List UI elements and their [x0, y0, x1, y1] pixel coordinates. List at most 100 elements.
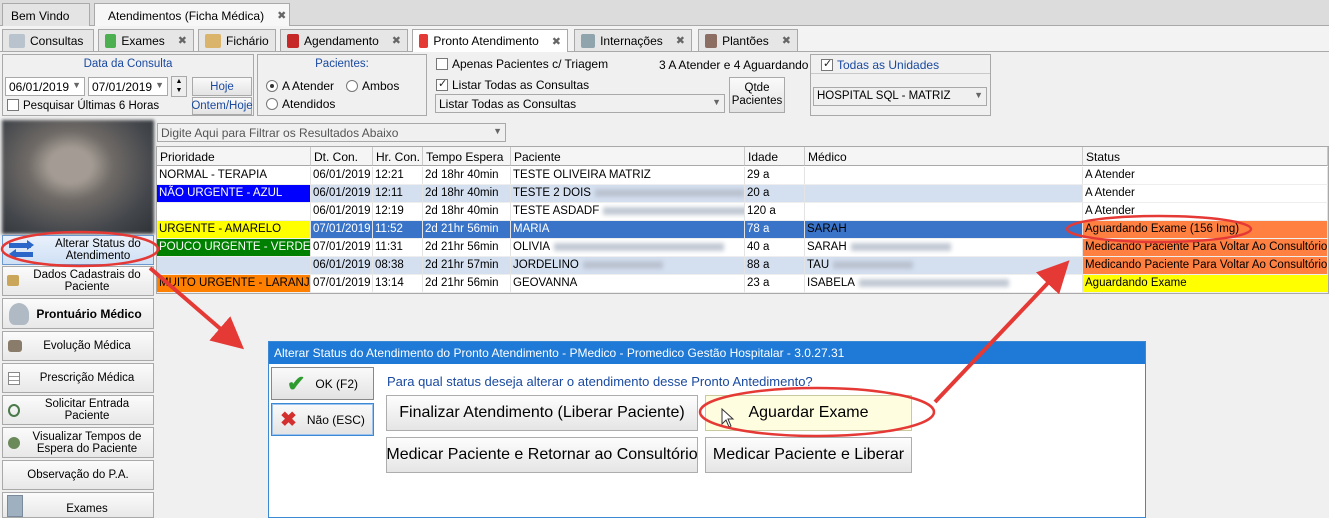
results-filter-input[interactable]: Digite Aqui para Filtrar os Resultados A…: [157, 123, 506, 142]
medical-evolution-button[interactable]: Evolução Médica: [2, 331, 154, 361]
change-status-button[interactable]: Alterar Status do Atendimento: [2, 235, 154, 265]
exams-button[interactable]: Exames: [2, 492, 154, 518]
tab-bem-vindo[interactable]: Bem Vindo: [2, 3, 90, 26]
cell-patient: TESTE OLIVEIRA MATRIZ: [511, 167, 745, 185]
cancel-button[interactable]: ✖ Não (ESC): [271, 403, 374, 436]
table-row[interactable]: URGENTE - AMARELO 07/01/2019 11:52 2d 21hr …: [157, 221, 1328, 239]
cell-date: 07/01/2019: [311, 275, 373, 293]
cell-time: 12:21: [373, 167, 423, 185]
table-row[interactable]: POUCO URGENTE - VERDE 07/01/2019 11:31 2d 2…: [157, 239, 1328, 257]
close-icon[interactable]: ✖: [178, 34, 187, 47]
column-header-wait-time[interactable]: Tempo Espera: [423, 147, 511, 166]
cell-time: 08:38: [373, 257, 423, 275]
column-header-status[interactable]: Status: [1083, 147, 1328, 166]
triage-checkbox[interactable]: Apenas Pacientes c/ Triagem: [436, 57, 608, 71]
prescription-button[interactable]: Prescrição Médica: [2, 363, 154, 393]
cell-age: 120 a: [745, 203, 805, 221]
column-header-date[interactable]: Dt. Con.: [311, 147, 373, 166]
cell-status: A Atender: [1083, 167, 1328, 185]
pa-observation-button[interactable]: Observação do P.A.: [2, 460, 154, 490]
tab-fichario[interactable]: Fichário: [198, 29, 276, 51]
users-icon: [8, 340, 22, 352]
counter-text: 3 A Atender e 4 Aguardando: [659, 58, 809, 72]
date-to-input[interactable]: 07/01/2019 ▼: [88, 77, 168, 96]
table-row[interactable]: NÃO URGENTE - AZUL 06/01/2019 12:11 2d 18hr…: [157, 185, 1328, 203]
arrow-down-icon[interactable]: ▼: [172, 86, 186, 95]
team-icon: [705, 33, 718, 48]
arrow-up-icon[interactable]: ▲: [172, 77, 186, 86]
tab-pronto-atendimento[interactable]: Pronto Atendimento ✖: [412, 29, 568, 52]
tab-consultas[interactable]: Consultas: [2, 29, 94, 51]
close-icon[interactable]: ✖: [392, 34, 401, 47]
close-icon[interactable]: ✖: [782, 34, 791, 47]
cell-priority: POUCO URGENTE - VERDE: [157, 239, 311, 257]
redacted-text: [603, 206, 744, 215]
chevron-down-icon: ▼: [974, 90, 983, 100]
cell-doctor: SARAH: [805, 221, 1083, 239]
qtde-pacientes-button[interactable]: Qtde Pacientes: [729, 77, 785, 113]
medical-record-button[interactable]: Prontuário Médico: [2, 298, 154, 329]
table-row[interactable]: 06/01/2019 12:19 2d 18hr 40min TESTE ASDADF…: [157, 203, 1328, 221]
close-icon[interactable]: ✖: [552, 35, 561, 48]
cell-priority: NÃO URGENTE - AZUL: [157, 185, 311, 203]
radio-ambos[interactable]: Ambos: [346, 79, 399, 93]
stethoscope-icon: [8, 404, 20, 417]
dialog-title: Alterar Status do Atendimento do Pronto …: [269, 342, 1145, 364]
table-row[interactable]: MUITO URGENTE - LARANJA 07/01/2019 13:14 2d…: [157, 275, 1328, 293]
ambulance-icon: [419, 34, 429, 48]
medicate-release-button[interactable]: Medicar Paciente e Liberar: [705, 437, 912, 473]
column-header-time[interactable]: Hr. Con.: [373, 147, 423, 166]
chevron-down-icon: ▼: [493, 126, 502, 136]
radio-a-atender[interactable]: A Atender: [266, 79, 334, 93]
dialog-question: Para qual status deseja alterar o atendi…: [387, 374, 813, 389]
column-header-priority[interactable]: Prioridade: [157, 147, 311, 166]
tab-exames[interactable]: Exames ✖: [98, 29, 194, 51]
cell-status: A Atender: [1083, 185, 1328, 203]
cell-patient: TESTE 2 DOIS: [511, 185, 745, 203]
patient-data-button[interactable]: Dados Cadastrais do Paciente: [2, 266, 154, 296]
bed-icon: [581, 33, 596, 48]
await-exam-button[interactable]: Aguardar Exame: [705, 395, 912, 431]
close-icon[interactable]: ✖: [277, 9, 286, 22]
tab-agendamento[interactable]: Agendamento ✖: [280, 29, 408, 51]
tab-atendimentos[interactable]: Atendimentos (Ficha Médica) ✖: [94, 3, 290, 27]
patient-photo: [2, 120, 154, 234]
waiting-times-button[interactable]: Visualizar Tempos de Espera do Paciente: [2, 427, 154, 458]
cell-priority: NORMAL - TERAPIA: [157, 167, 311, 185]
last-6h-checkbox[interactable]: Pesquisar Últimas 6 Horas: [7, 99, 159, 112]
request-entry-button[interactable]: Solicitar Entrada Paciente: [2, 395, 154, 425]
date-spinner[interactable]: ▲ ▼: [171, 76, 187, 97]
redacted-text: [594, 188, 744, 197]
medicate-return-button[interactable]: Medicar Paciente e Retornar ao Consultór…: [386, 437, 698, 473]
unit-select[interactable]: HOSPITAL SQL - MATRIZ ▼: [813, 87, 987, 106]
table-row[interactable]: 06/01/2019 08:38 2d 21hr 57min JORDELINO 88 …: [157, 257, 1328, 275]
ok-button[interactable]: ✔ OK (F2): [271, 367, 374, 400]
radio-atendidos[interactable]: Atendidos: [266, 97, 335, 111]
column-header-age[interactable]: Idade: [745, 147, 805, 166]
finalize-attendance-button[interactable]: Finalizar Atendimento (Liberar Paciente): [386, 395, 698, 431]
cell-time: 11:52: [373, 221, 423, 239]
cell-patient: GEOVANNA: [511, 275, 745, 293]
yesterday-today-button[interactable]: Ontem/Hoje: [191, 97, 253, 115]
redacted-text: [858, 278, 1009, 287]
main-tab-bar: Bem Vindo Atendimentos (Ficha Médica) ✖: [0, 0, 1329, 27]
today-button[interactable]: Hoje: [192, 77, 252, 96]
cell-time: 13:14: [373, 275, 423, 293]
column-header-doctor[interactable]: Médico: [805, 147, 1083, 166]
list-all-checkbox[interactable]: Listar Todas as Consultas: [436, 77, 589, 92]
list-consultas-select[interactable]: Listar Todas as Consultas ▼: [435, 94, 725, 113]
all-units-checkbox[interactable]: Todas as Unidades: [811, 55, 990, 74]
tab-plantoes[interactable]: Plantões ✖: [698, 29, 798, 51]
cell-priority: URGENTE - AMARELO: [157, 221, 311, 239]
close-icon[interactable]: ✖: [676, 34, 685, 47]
cell-time: 12:19: [373, 203, 423, 221]
cell-patient: TESTE ASDADF: [511, 203, 745, 221]
radio-icon: [266, 80, 278, 92]
date-from-input[interactable]: 06/01/2019 ▼: [5, 77, 85, 96]
tab-internacoes[interactable]: Internações ✖: [574, 29, 692, 51]
column-header-patient[interactable]: Paciente: [511, 147, 745, 166]
cell-time: 11:31: [373, 239, 423, 257]
cell-wait-time: 2d 21hr 57min: [423, 257, 511, 275]
cell-doctor: [805, 203, 1083, 221]
table-row[interactable]: NORMAL - TERAPIA 06/01/2019 12:21 2d 18hr 4…: [157, 167, 1328, 185]
